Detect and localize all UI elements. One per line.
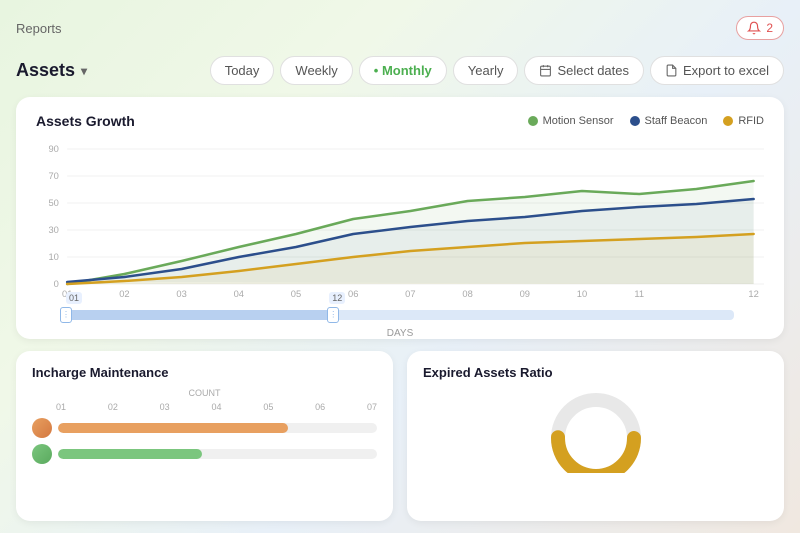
- donut-chart: [423, 388, 768, 468]
- svg-text:06: 06: [348, 289, 358, 299]
- chart-header: Assets Growth Motion Sensor Staff Beacon…: [36, 113, 764, 129]
- legend-dot-motion: [528, 116, 538, 126]
- svg-text:09: 09: [520, 289, 530, 299]
- svg-text:12: 12: [748, 289, 758, 299]
- bar-container-2: [58, 449, 377, 459]
- filter-yearly[interactable]: Yearly: [453, 56, 519, 85]
- legend-label-motion: Motion Sensor: [543, 115, 614, 127]
- chart-area: 90 70 50 30 10 0 01 02: [36, 139, 764, 329]
- bottom-row: Incharge Maintenance COUNT 01 02 03 04 0…: [16, 351, 784, 521]
- slider-left-label: 01: [66, 292, 82, 304]
- slider-right-label: 12: [329, 292, 345, 304]
- svg-text:03: 03: [176, 289, 186, 299]
- notification-button[interactable]: 2: [736, 16, 784, 40]
- legend-rfid: RFID: [723, 115, 764, 127]
- bar-fill-2: [58, 449, 202, 459]
- legend-staff-beacon: Staff Beacon: [630, 115, 708, 127]
- maintenance-card: Incharge Maintenance COUNT 01 02 03 04 0…: [16, 351, 393, 521]
- export-button[interactable]: Export to excel: [650, 56, 784, 85]
- filter-today[interactable]: Today: [210, 56, 275, 85]
- expired-assets-title: Expired Assets Ratio: [423, 365, 768, 380]
- svg-text:50: 50: [48, 198, 58, 208]
- svg-text:04: 04: [234, 289, 244, 299]
- assets-growth-card: Assets Growth Motion Sensor Staff Beacon…: [16, 97, 784, 339]
- header: Reports 2: [16, 12, 784, 44]
- filter-controls: Today Weekly Monthly Yearly Select dates…: [210, 56, 784, 85]
- legend-label-rfid: RFID: [738, 115, 764, 127]
- assets-title[interactable]: Assets ▾: [16, 60, 87, 81]
- x-axis-label: DAYS: [36, 328, 764, 339]
- bar-container-1: [58, 423, 377, 433]
- svg-text:08: 08: [462, 289, 472, 299]
- chart-legend: Motion Sensor Staff Beacon RFID: [528, 115, 764, 127]
- select-dates-button[interactable]: Select dates: [524, 56, 644, 85]
- export-icon: [665, 64, 678, 77]
- maintenance-title: Incharge Maintenance: [32, 365, 377, 380]
- svg-text:11: 11: [634, 289, 644, 299]
- count-label: COUNT: [32, 388, 377, 398]
- chart-slider[interactable]: ⋮ ⋮ 01 12: [66, 306, 734, 324]
- maintenance-x-axis: 01 02 03 04 05 06 07: [32, 402, 377, 412]
- legend-label-staff: Staff Beacon: [645, 115, 708, 127]
- donut-svg: [541, 383, 651, 473]
- notification-icon: [747, 21, 761, 35]
- svg-text:70: 70: [48, 171, 58, 181]
- notification-count: 2: [766, 21, 773, 35]
- legend-motion-sensor: Motion Sensor: [528, 115, 614, 127]
- chart-svg: 90 70 50 30 10 0 01 02: [36, 139, 764, 299]
- svg-text:05: 05: [291, 289, 301, 299]
- maintenance-bar-2: [32, 444, 377, 464]
- avatar-2: [32, 444, 52, 464]
- avatar-1: [32, 418, 52, 438]
- filter-monthly[interactable]: Monthly: [359, 56, 447, 85]
- svg-text:0: 0: [54, 279, 59, 289]
- svg-text:07: 07: [405, 289, 415, 299]
- filter-weekly[interactable]: Weekly: [280, 56, 352, 85]
- assets-row: Assets ▾ Today Weekly Monthly Yearly Sel…: [16, 56, 784, 85]
- svg-text:90: 90: [48, 144, 58, 154]
- calendar-icon: [539, 64, 552, 77]
- page-title: Reports: [16, 21, 62, 36]
- chevron-down-icon: ▾: [81, 64, 87, 78]
- maintenance-bar-1: [32, 418, 377, 438]
- svg-text:30: 30: [48, 225, 58, 235]
- bar-fill-1: [58, 423, 288, 433]
- legend-dot-rfid: [723, 116, 733, 126]
- svg-text:10: 10: [48, 252, 58, 262]
- legend-dot-staff: [630, 116, 640, 126]
- expired-assets-card: Expired Assets Ratio: [407, 351, 784, 521]
- chart-title: Assets Growth: [36, 113, 135, 129]
- svg-text:02: 02: [119, 289, 129, 299]
- svg-text:10: 10: [577, 289, 587, 299]
